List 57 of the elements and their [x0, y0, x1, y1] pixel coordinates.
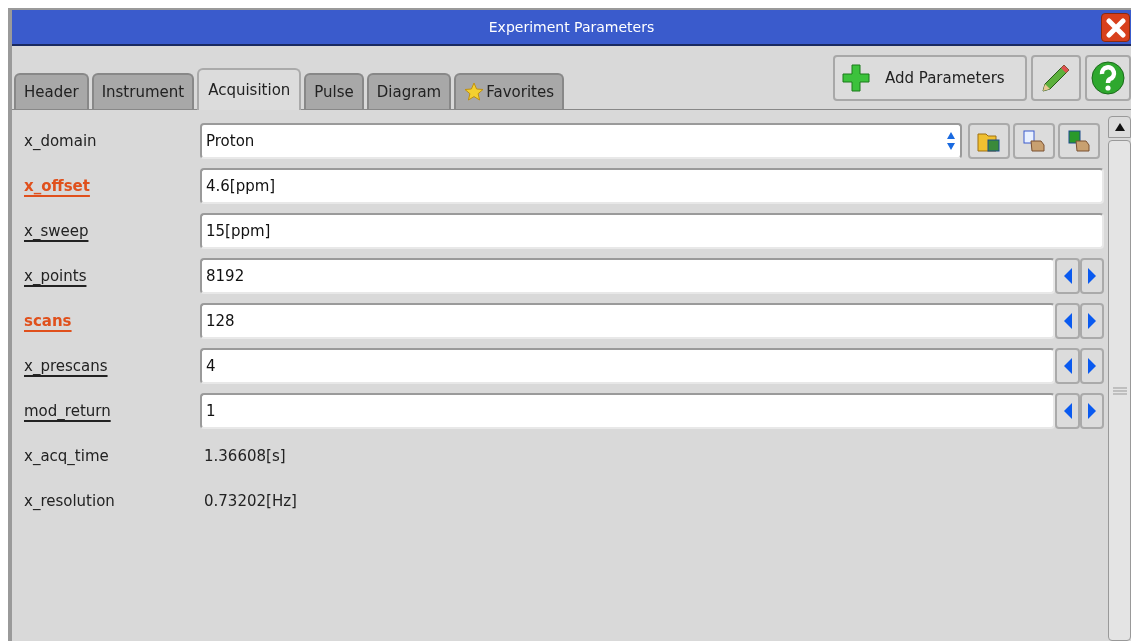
- parameter-label[interactable]: mod_return: [24, 402, 111, 420]
- domain-dropdown[interactable]: Proton: [200, 123, 962, 159]
- input-field[interactable]: 15[ppm]: [200, 213, 1104, 249]
- parameter-label[interactable]: x_prescans: [24, 357, 108, 375]
- parameter-value: 0.73202[Hz]: [203, 490, 297, 512]
- paste-button[interactable]: [1058, 123, 1100, 159]
- tab[interactable]: Pulse: [304, 73, 364, 109]
- input-field[interactable]: 8192: [200, 258, 1055, 294]
- hand-chart-icon: [1067, 129, 1091, 153]
- tab[interactable]: Acquisition: [197, 68, 302, 110]
- hand-document-icon: [1022, 129, 1046, 153]
- left-arrow-icon: [1062, 312, 1073, 330]
- input-field[interactable]: 128: [200, 303, 1055, 339]
- scroll-up-button[interactable]: [1108, 116, 1131, 138]
- parameter-label: x_domain: [24, 132, 97, 150]
- increment-button[interactable]: [1080, 348, 1104, 384]
- window-title: Experiment Parameters: [488, 17, 655, 37]
- help-icon: [1090, 60, 1126, 96]
- close-icon: [1105, 17, 1126, 38]
- tab[interactable]: Instrument: [91, 73, 195, 109]
- decrement-button[interactable]: [1055, 303, 1080, 339]
- star-icon: [464, 82, 485, 102]
- updown-icon: [946, 131, 956, 151]
- right-arrow-icon: [1087, 312, 1097, 330]
- right-arrow-icon: [1087, 267, 1097, 285]
- open-button[interactable]: [968, 123, 1010, 159]
- right-arrow-icon: [1087, 357, 1097, 375]
- left-arrow-icon: [1062, 402, 1073, 420]
- decrement-button[interactable]: [1055, 258, 1080, 294]
- copy-button[interactable]: [1013, 123, 1055, 159]
- close-button[interactable]: [1101, 13, 1130, 42]
- add-parameters-button[interactable]: Add Parameters: [833, 55, 1027, 101]
- pencil-icon: [1040, 62, 1072, 94]
- edit-button[interactable]: [1031, 55, 1081, 101]
- parameter-value: 1.36608[s]: [203, 445, 286, 467]
- increment-button[interactable]: [1080, 303, 1104, 339]
- input-field[interactable]: 4: [200, 348, 1055, 384]
- decrement-button[interactable]: [1055, 393, 1080, 429]
- grip-icon: [1112, 386, 1127, 395]
- input-field[interactable]: 4.6[ppm]: [200, 168, 1104, 204]
- parameter-label[interactable]: x_points: [24, 267, 87, 285]
- tab[interactable]: Diagram: [366, 73, 452, 109]
- plus-icon: [841, 63, 871, 93]
- parameter-label: x_resolution: [24, 492, 115, 510]
- increment-button[interactable]: [1080, 258, 1104, 294]
- decrement-button[interactable]: [1055, 348, 1080, 384]
- help-button[interactable]: [1085, 55, 1131, 101]
- tab[interactable]: Header: [14, 73, 89, 109]
- up-arrow-icon: [1113, 122, 1126, 132]
- left-arrow-icon: [1062, 267, 1073, 285]
- left-arrow-icon: [1062, 357, 1073, 375]
- input-field[interactable]: 1: [200, 393, 1055, 429]
- tab[interactable]: Favorites: [454, 73, 564, 109]
- increment-button[interactable]: [1080, 393, 1104, 429]
- right-arrow-icon: [1087, 402, 1097, 420]
- parameter-label[interactable]: x_sweep: [24, 222, 89, 240]
- parameter-label: x_acq_time: [24, 447, 109, 465]
